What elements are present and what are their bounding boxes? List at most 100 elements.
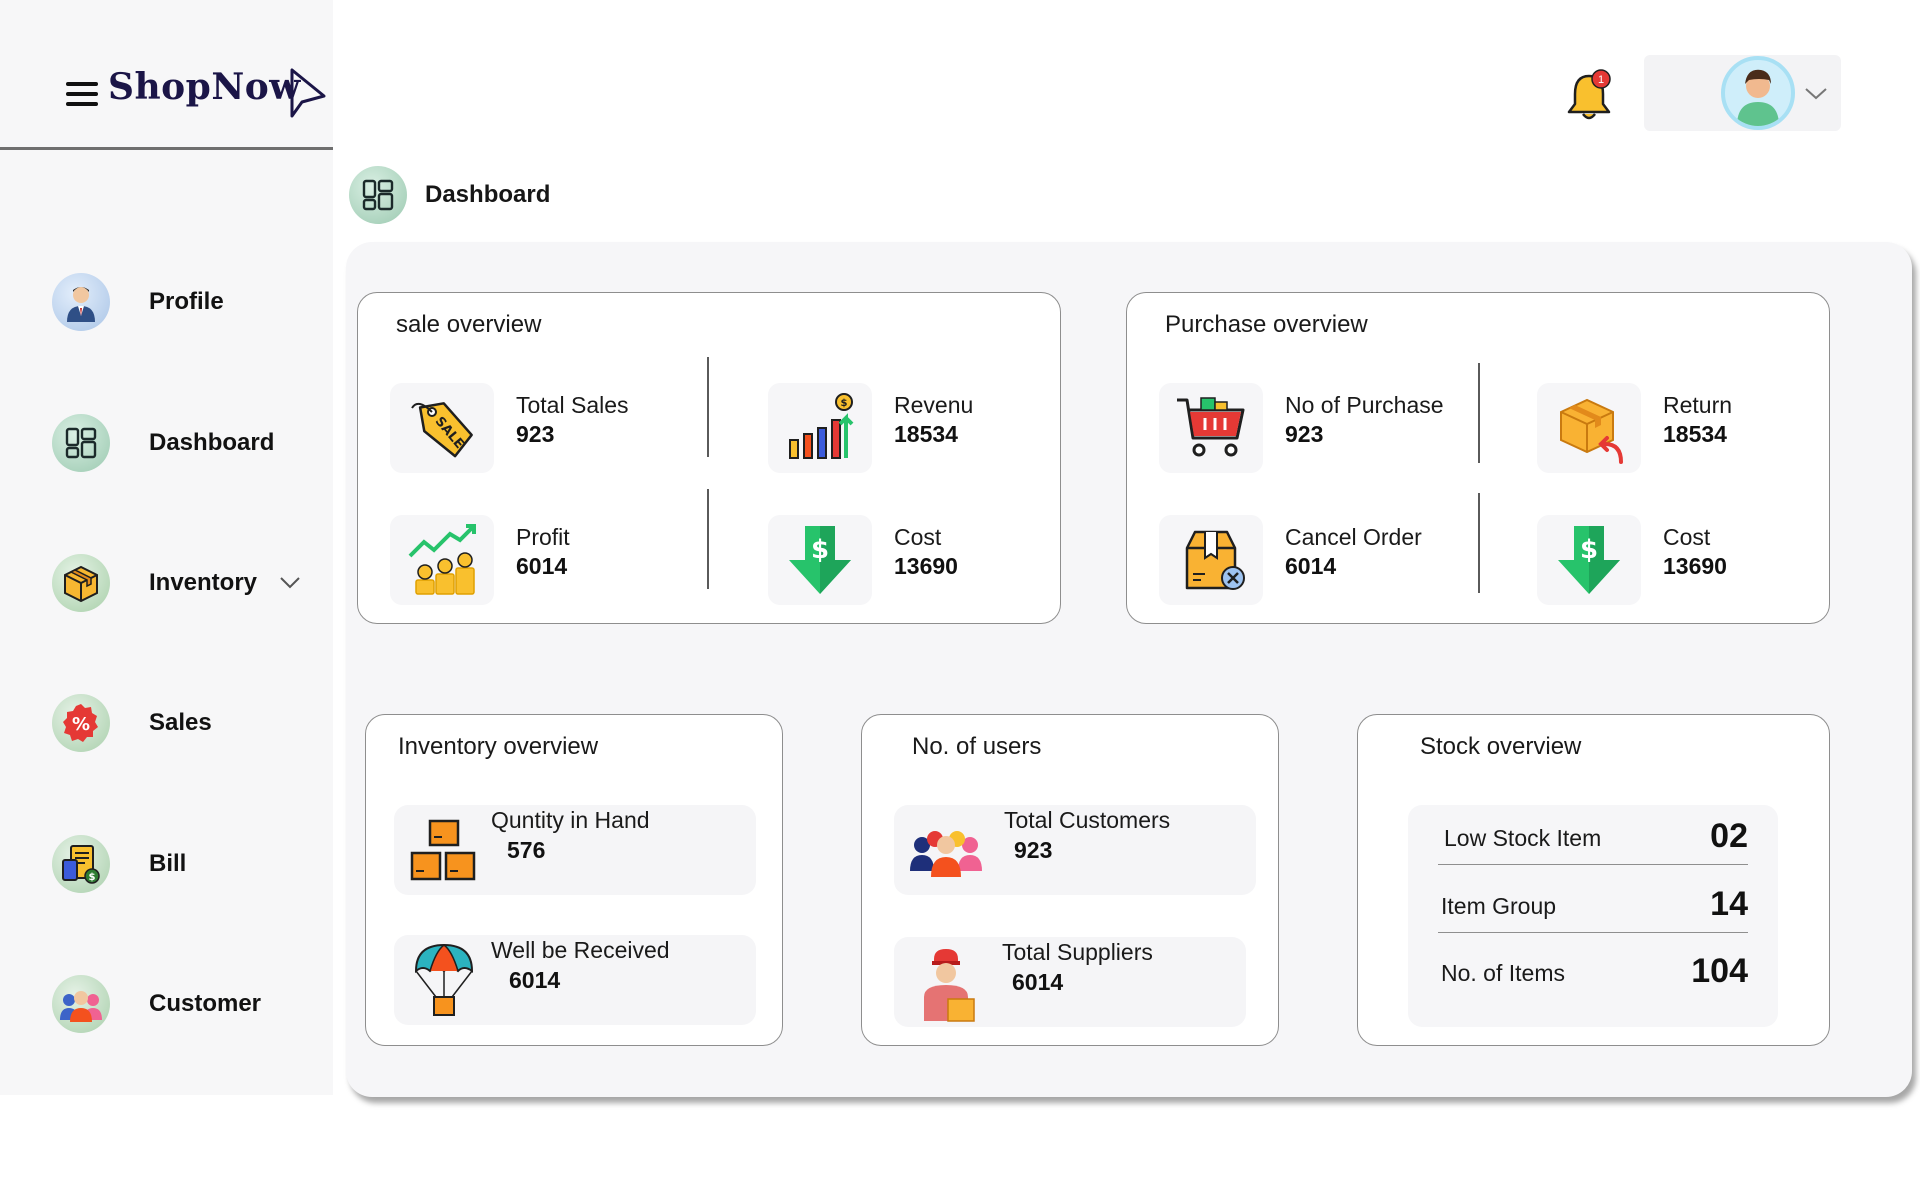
metric-label: Revenu bbox=[894, 392, 974, 418]
cost-down-arrow-icon: $ bbox=[1537, 515, 1641, 605]
divider bbox=[1478, 493, 1480, 593]
inventory-overview-card: Inventory overview Quntity in Hand 576 W… bbox=[365, 714, 783, 1046]
sidebar-item-sales[interactable]: % Sales bbox=[52, 691, 322, 755]
row-value: 104 bbox=[1691, 952, 1748, 990]
metric-cancel-order[interactable]: Cancel Order 6014 bbox=[1159, 515, 1422, 605]
metric-value: 923 bbox=[1285, 421, 1324, 447]
stock-row-low-stock[interactable]: Low Stock Item 02 bbox=[1438, 813, 1748, 865]
revenue-chart-icon: $ bbox=[768, 383, 872, 473]
avatar bbox=[1721, 56, 1795, 130]
row-value: 14 bbox=[1710, 885, 1748, 923]
card-title: Purchase overview bbox=[1165, 311, 1368, 338]
sidebar-item-label: Dashboard bbox=[149, 429, 275, 456]
sidebar-item-label: Sales bbox=[149, 709, 212, 736]
svg-text:$: $ bbox=[1580, 535, 1598, 565]
cost-down-arrow-icon: $ bbox=[768, 515, 872, 605]
metric-label: Cost bbox=[894, 524, 942, 550]
users-row-suppliers[interactable]: Total Suppliers 6014 bbox=[894, 937, 1246, 1027]
sidebar-item-label: Customer bbox=[149, 990, 262, 1017]
svg-text:$: $ bbox=[811, 535, 829, 565]
sidebar-item-label: Inventory bbox=[149, 569, 258, 596]
stock-summary: Low Stock Item 02 Item Group 14 No. of I… bbox=[1408, 805, 1778, 1027]
sidebar-item-profile[interactable]: Profile bbox=[52, 270, 322, 334]
sidebar: ShopNow Profile Dashboard Inventory % Sa… bbox=[0, 0, 333, 1095]
sidebar-item-inventory[interactable]: Inventory bbox=[52, 551, 322, 615]
row-label: Quntity in Hand bbox=[491, 807, 650, 833]
row-label: Well be Received bbox=[491, 937, 670, 963]
dashboard-grid-icon bbox=[349, 166, 407, 224]
return-box-icon bbox=[1537, 383, 1641, 473]
row-label: Total Suppliers bbox=[1002, 939, 1153, 965]
chevron-down-icon[interactable] bbox=[1804, 87, 1828, 101]
percent-badge-icon: % bbox=[52, 694, 110, 752]
chevron-down-icon[interactable] bbox=[279, 576, 301, 590]
purchase-overview-card: Purchase overview No of Purchase 923 Ret… bbox=[1126, 292, 1830, 624]
profit-coins-icon bbox=[390, 515, 494, 605]
metric-value: 13690 bbox=[894, 553, 958, 579]
sale-tag-icon: SALE bbox=[390, 383, 494, 473]
inventory-row-received[interactable]: Well be Received 6014 bbox=[394, 935, 756, 1025]
dashboard-grid-icon bbox=[52, 414, 110, 472]
row-value: 576 bbox=[507, 837, 546, 863]
metric-total-sales[interactable]: SALE Total Sales 923 bbox=[390, 383, 629, 473]
shopping-cart-icon bbox=[1159, 383, 1263, 473]
stock-overview-card: Stock overview Low Stock Item 02 Item Gr… bbox=[1357, 714, 1830, 1046]
user-profile-menu[interactable] bbox=[1644, 55, 1841, 131]
row-value: 923 bbox=[1014, 837, 1053, 863]
customers-group-icon bbox=[906, 809, 986, 889]
sidebar-item-customer[interactable]: Customer bbox=[52, 972, 322, 1036]
metric-label: Total Sales bbox=[516, 392, 629, 418]
users-row-customers[interactable]: Total Customers 923 bbox=[894, 805, 1256, 895]
row-label: Item Group bbox=[1441, 893, 1557, 919]
supplier-icon bbox=[906, 943, 986, 1023]
sidebar-item-label: Profile bbox=[149, 288, 224, 315]
page-header: Dashboard bbox=[349, 166, 550, 224]
notification-count: 1 bbox=[1598, 74, 1604, 86]
card-title: No. of users bbox=[912, 733, 1042, 760]
parachute-box-icon bbox=[404, 941, 484, 1021]
metric-return[interactable]: Return 18534 bbox=[1537, 383, 1732, 473]
menu-icon[interactable] bbox=[66, 82, 98, 106]
row-value: 6014 bbox=[509, 967, 561, 993]
sale-overview-card: sale overview SALE Total Sales 923 $ Rev… bbox=[357, 292, 1061, 624]
box-icon bbox=[52, 554, 110, 612]
row-label: No. of Items bbox=[1441, 960, 1565, 986]
cursor-logo-icon bbox=[290, 68, 326, 118]
metric-value: 6014 bbox=[516, 553, 568, 579]
metric-label: Cancel Order bbox=[1285, 524, 1422, 550]
card-title: Inventory overview bbox=[398, 733, 599, 760]
sidebar-item-bill[interactable]: $ Bill bbox=[52, 832, 322, 896]
metric-value: 923 bbox=[516, 421, 555, 447]
metric-value: 18534 bbox=[1663, 421, 1727, 447]
bell-icon[interactable]: 1 bbox=[1564, 68, 1614, 124]
divider bbox=[1478, 363, 1480, 463]
metric-cost[interactable]: $ Cost 13690 bbox=[768, 515, 958, 605]
metric-value: 6014 bbox=[1285, 553, 1337, 579]
stock-row-no-of-items[interactable]: No. of Items 104 bbox=[1438, 947, 1748, 999]
stacked-boxes-icon bbox=[404, 811, 484, 891]
divider bbox=[707, 489, 709, 589]
row-label: Total Customers bbox=[1004, 807, 1171, 833]
metric-revenue[interactable]: $ Revenu 18534 bbox=[768, 383, 973, 473]
metric-value: 13690 bbox=[1663, 553, 1727, 579]
card-title: Stock overview bbox=[1420, 733, 1582, 760]
metric-profit[interactable]: Profit 6014 bbox=[390, 515, 570, 605]
metric-no-of-purchase[interactable]: No of Purchase 923 bbox=[1159, 383, 1444, 473]
inventory-row-quantity[interactable]: Quntity in Hand 576 bbox=[394, 805, 756, 895]
metric-value: 18534 bbox=[894, 421, 958, 447]
sidebar-item-dashboard[interactable]: Dashboard bbox=[52, 411, 322, 475]
row-label: Low Stock Item bbox=[1444, 825, 1602, 851]
page-title: Dashboard bbox=[425, 181, 551, 208]
users-card: No. of users Total Customers 923 Total S… bbox=[861, 714, 1279, 1046]
svg-text:$: $ bbox=[89, 872, 96, 883]
stock-row-item-group[interactable]: Item Group 14 bbox=[1438, 881, 1748, 933]
sidebar-item-label: Bill bbox=[149, 850, 187, 877]
svg-text:%: % bbox=[72, 714, 90, 735]
divider bbox=[707, 357, 709, 457]
metric-label: Cost bbox=[1663, 524, 1711, 550]
metric-label: Profit bbox=[516, 524, 570, 550]
metric-label: No of Purchase bbox=[1285, 392, 1444, 418]
card-title: sale overview bbox=[396, 311, 542, 338]
brand-logo[interactable]: ShopNow bbox=[108, 66, 301, 108]
metric-purchase-cost[interactable]: $ Cost 13690 bbox=[1537, 515, 1727, 605]
